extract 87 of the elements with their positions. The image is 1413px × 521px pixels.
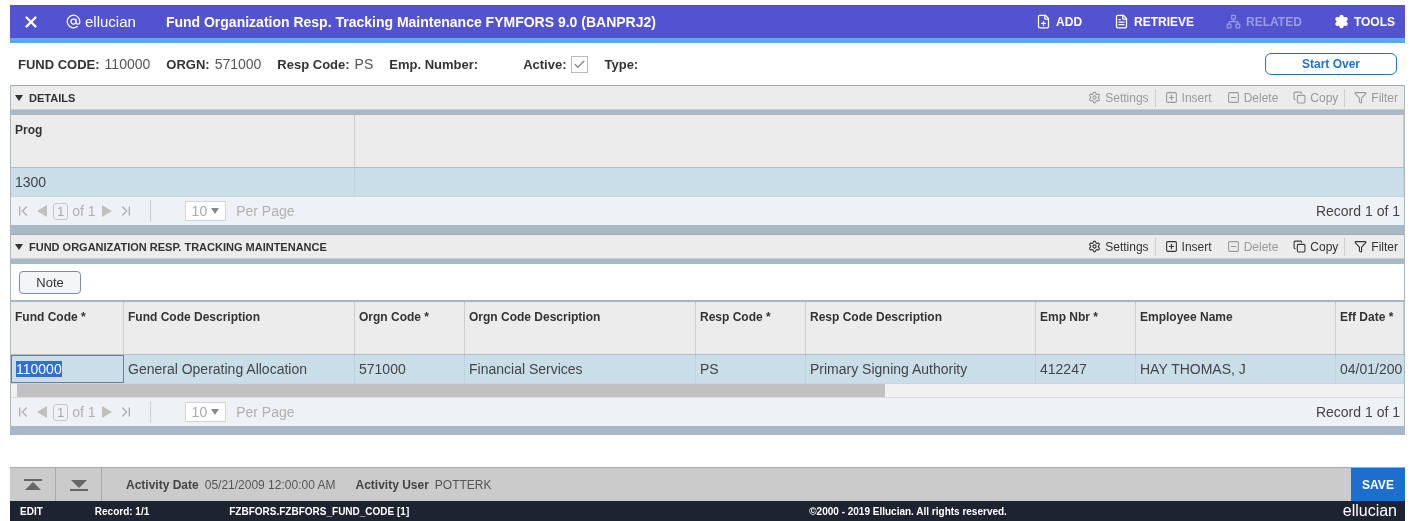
next-page-icon[interactable] <box>99 405 114 419</box>
retrieve-button[interactable]: RETRIEVE <box>1092 14 1205 29</box>
plus-icon <box>1164 240 1178 253</box>
table-cell: General Operating Allocation <box>124 355 355 383</box>
key-label: Emp. Number: <box>389 56 479 72</box>
collapse-caret-icon[interactable] <box>15 94 23 101</box>
key-label: Resp Code: <box>277 56 350 72</box>
activity-value: POTTERK <box>434 477 492 492</box>
filter-icon <box>1354 240 1368 253</box>
table-row[interactable]: 1300 <box>11 168 1404 197</box>
scroll-top-icon <box>23 478 42 491</box>
active-label: Active: <box>523 56 567 72</box>
type-label: Type: <box>604 56 639 72</box>
per-page-label: Per Page <box>236 404 295 420</box>
start-over-button[interactable]: Start Over <box>1265 53 1397 75</box>
horizontal-scrollbar[interactable] <box>11 384 1404 398</box>
copy-button[interactable]: Copy <box>1284 237 1345 256</box>
page-title: Fund Organization Resp. Tracking Maintenance FYMFORS 9.0 (BANPRJ2) <box>165 13 657 30</box>
key-value: 110000 <box>104 56 151 72</box>
document-icon <box>1114 14 1130 29</box>
activity-value: 05/21/2009 12:00:00 AM <box>204 477 336 492</box>
gear-icon <box>1088 240 1102 253</box>
previous-page-icon[interactable] <box>35 204 49 218</box>
next-page-icon[interactable] <box>99 204 114 218</box>
key-label: FUND CODE: <box>18 56 100 72</box>
table-cell: 571000 <box>355 355 465 383</box>
logo-icon <box>66 14 81 29</box>
table-cell: 1300 <box>11 168 355 196</box>
collapse-caret-icon[interactable] <box>15 243 23 250</box>
insert-button[interactable]: Insert <box>1154 237 1218 256</box>
table-row[interactable]: 110000 General Operating Allocation 571000 Financial Services PS Primary Signing Authority 412247 HAY THOMAS, J 04/01/200 <box>11 355 1404 384</box>
add-button[interactable]: ADD <box>1014 14 1093 29</box>
column-header: Fund Code Description <box>124 302 355 354</box>
section-title: DETAILS <box>29 91 77 104</box>
gear-icon <box>1333 14 1349 29</box>
column-header: Prog <box>11 115 355 167</box>
table-cell: Primary Signing Authority <box>806 355 1036 383</box>
mode-text: EDIT <box>20 505 43 517</box>
page-count: of 1 <box>72 203 96 219</box>
active-checkbox[interactable] <box>571 55 589 73</box>
save-button[interactable]: SAVE <box>1351 468 1405 501</box>
table-cell: 412247 <box>1036 355 1136 383</box>
brand-text: ellucian <box>1342 502 1397 520</box>
gear-icon <box>1088 91 1102 104</box>
record-count: Record 1 of 1 <box>1315 404 1400 420</box>
tools-button[interactable]: TOOLS <box>1311 14 1405 29</box>
column-header: Orgn Code Description <box>465 302 696 354</box>
table-cell: 110000 <box>11 355 124 383</box>
column-header: Emp Nbr * <box>1036 302 1136 354</box>
table-cell: Financial Services <box>465 355 696 383</box>
caret-icon <box>211 208 220 214</box>
previous-page-icon[interactable] <box>35 405 49 419</box>
key-value: PS <box>354 56 374 72</box>
minus-icon <box>1226 91 1240 104</box>
table-cell: 04/01/200 <box>1336 355 1404 383</box>
scroll-bottom-icon <box>69 478 88 491</box>
table-cell: HAY THOMAS, J <box>1136 355 1336 383</box>
document-icon <box>1036 14 1052 29</box>
column-header: Resp Code * <box>696 302 806 354</box>
block-text: FZBFORS.FZBFORS_FUND_CODE [1] <box>229 505 410 517</box>
filter-button[interactable]: Filter <box>1344 237 1404 256</box>
hierarchy-icon <box>1226 14 1242 29</box>
key-label: ORGN: <box>166 56 210 72</box>
caret-icon <box>211 409 220 415</box>
column-header: Eff Date * <box>1336 302 1404 354</box>
column-header: Resp Code Description <box>806 302 1036 354</box>
section-title: FUND ORGANIZATION RESP. TRACKING MAINTENANCE <box>29 240 328 253</box>
settings-button[interactable]: Settings <box>1079 237 1155 256</box>
copy-icon <box>1293 240 1307 253</box>
column-header: Fund Code * <box>11 302 124 354</box>
per-page-label: Per Page <box>236 203 295 219</box>
key-value: 571000 <box>214 56 262 72</box>
minus-icon <box>1226 240 1240 253</box>
record-text: Record: 1/1 <box>94 505 150 517</box>
activity-label: Activity User <box>355 477 429 492</box>
copyright-text: ©2000 - 2019 Ellucian. All rights reserved. <box>809 505 1007 517</box>
column-header: Employee Name <box>1136 302 1336 354</box>
column-header: Orgn Code * <box>355 302 465 354</box>
page-count: of 1 <box>72 404 96 420</box>
copy-icon <box>1293 91 1307 104</box>
note-button[interactable]: Note <box>19 270 81 294</box>
table-cell: PS <box>696 355 806 383</box>
filter-icon <box>1354 91 1368 104</box>
plus-icon <box>1164 91 1178 104</box>
record-count: Record 1 of 1 <box>1315 203 1400 219</box>
activity-label: Activity Date <box>126 477 199 492</box>
brand-logo: ellucian <box>66 13 136 30</box>
